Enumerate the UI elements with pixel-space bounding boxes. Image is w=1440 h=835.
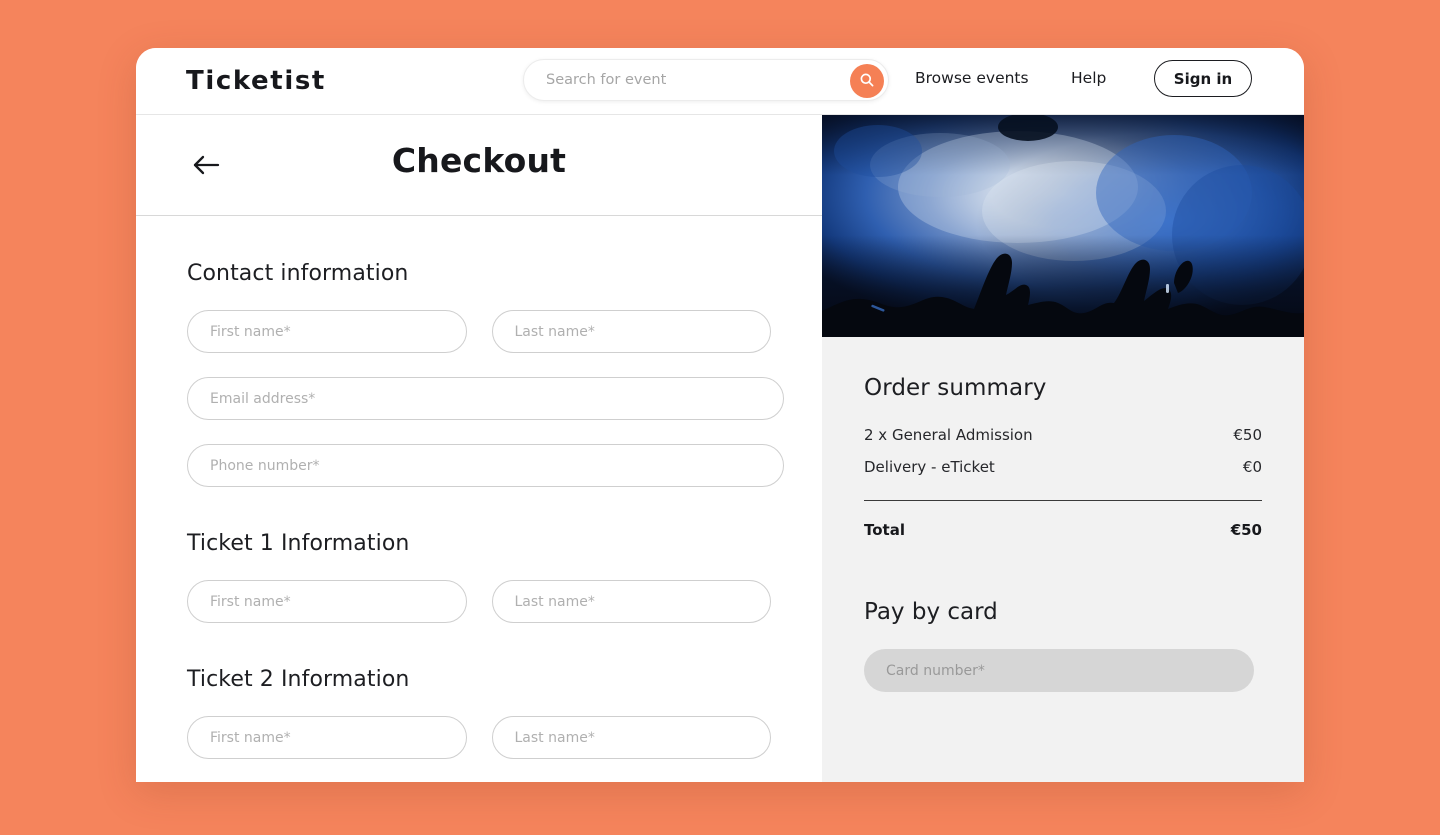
ticket-1-heading: Ticket 1 Information <box>187 531 410 556</box>
search-icon <box>859 72 875 91</box>
sign-in-button[interactable]: Sign in <box>1154 60 1252 97</box>
summary-divider <box>864 500 1262 501</box>
event-hero-image <box>822 115 1304 337</box>
contact-phone-input[interactable] <box>187 444 784 487</box>
order-summary-heading: Order summary <box>864 375 1047 401</box>
order-line-label: Delivery - eTicket <box>864 458 995 476</box>
ticket-2-heading: Ticket 2 Information <box>187 667 410 692</box>
contact-information-heading: Contact information <box>187 261 409 286</box>
order-line-label: 2 x General Admission <box>864 426 1033 444</box>
nav-link-help[interactable]: Help <box>1071 69 1106 87</box>
page-header: Checkout <box>136 115 822 216</box>
order-total-label: Total <box>864 521 905 539</box>
contact-email-input[interactable] <box>187 377 784 420</box>
order-summary-column: Order summary 2 x General Admission €50 … <box>822 115 1304 782</box>
ticket-1-first-name-input[interactable] <box>187 580 467 623</box>
order-line-item: 2 x General Admission €50 <box>864 426 1262 444</box>
form-body: Contact information Ticket 1 Information… <box>136 261 822 759</box>
ticket-1-name-row <box>187 580 771 623</box>
order-line-item: Delivery - eTicket €0 <box>864 458 1262 476</box>
page-title: Checkout <box>391 141 567 180</box>
ticket-2-name-row <box>187 716 771 759</box>
card-number-input[interactable] <box>864 649 1254 692</box>
pay-by-card-heading: Pay by card <box>864 599 998 625</box>
search-input[interactable] <box>546 60 836 100</box>
ticket-2-first-name-input[interactable] <box>187 716 467 759</box>
contact-name-row <box>187 310 771 353</box>
contact-first-name-input[interactable] <box>187 310 467 353</box>
top-navigation-bar: Ticketist Browse events Help Sign in <box>136 48 1304 115</box>
nav-link-browse-events[interactable]: Browse events <box>915 69 1029 87</box>
brand-logo[interactable]: Ticketist <box>186 66 326 96</box>
order-total-row: Total €50 <box>864 521 1262 539</box>
order-summary-panel: Order summary 2 x General Admission €50 … <box>822 337 1304 692</box>
order-line-amount: €0 <box>1242 458 1262 476</box>
app-window: Ticketist Browse events Help Sign in <box>136 48 1304 782</box>
ticket-2-last-name-input[interactable] <box>491 716 771 759</box>
checkout-form-column: Checkout Contact information Ticket 1 In… <box>136 115 822 782</box>
contact-last-name-input[interactable] <box>491 310 771 353</box>
order-line-amount: €50 <box>1233 426 1262 444</box>
search-submit-button[interactable] <box>850 64 884 98</box>
order-total-amount: €50 <box>1230 521 1262 539</box>
ticket-1-last-name-input[interactable] <box>491 580 771 623</box>
search-bar <box>523 59 889 101</box>
